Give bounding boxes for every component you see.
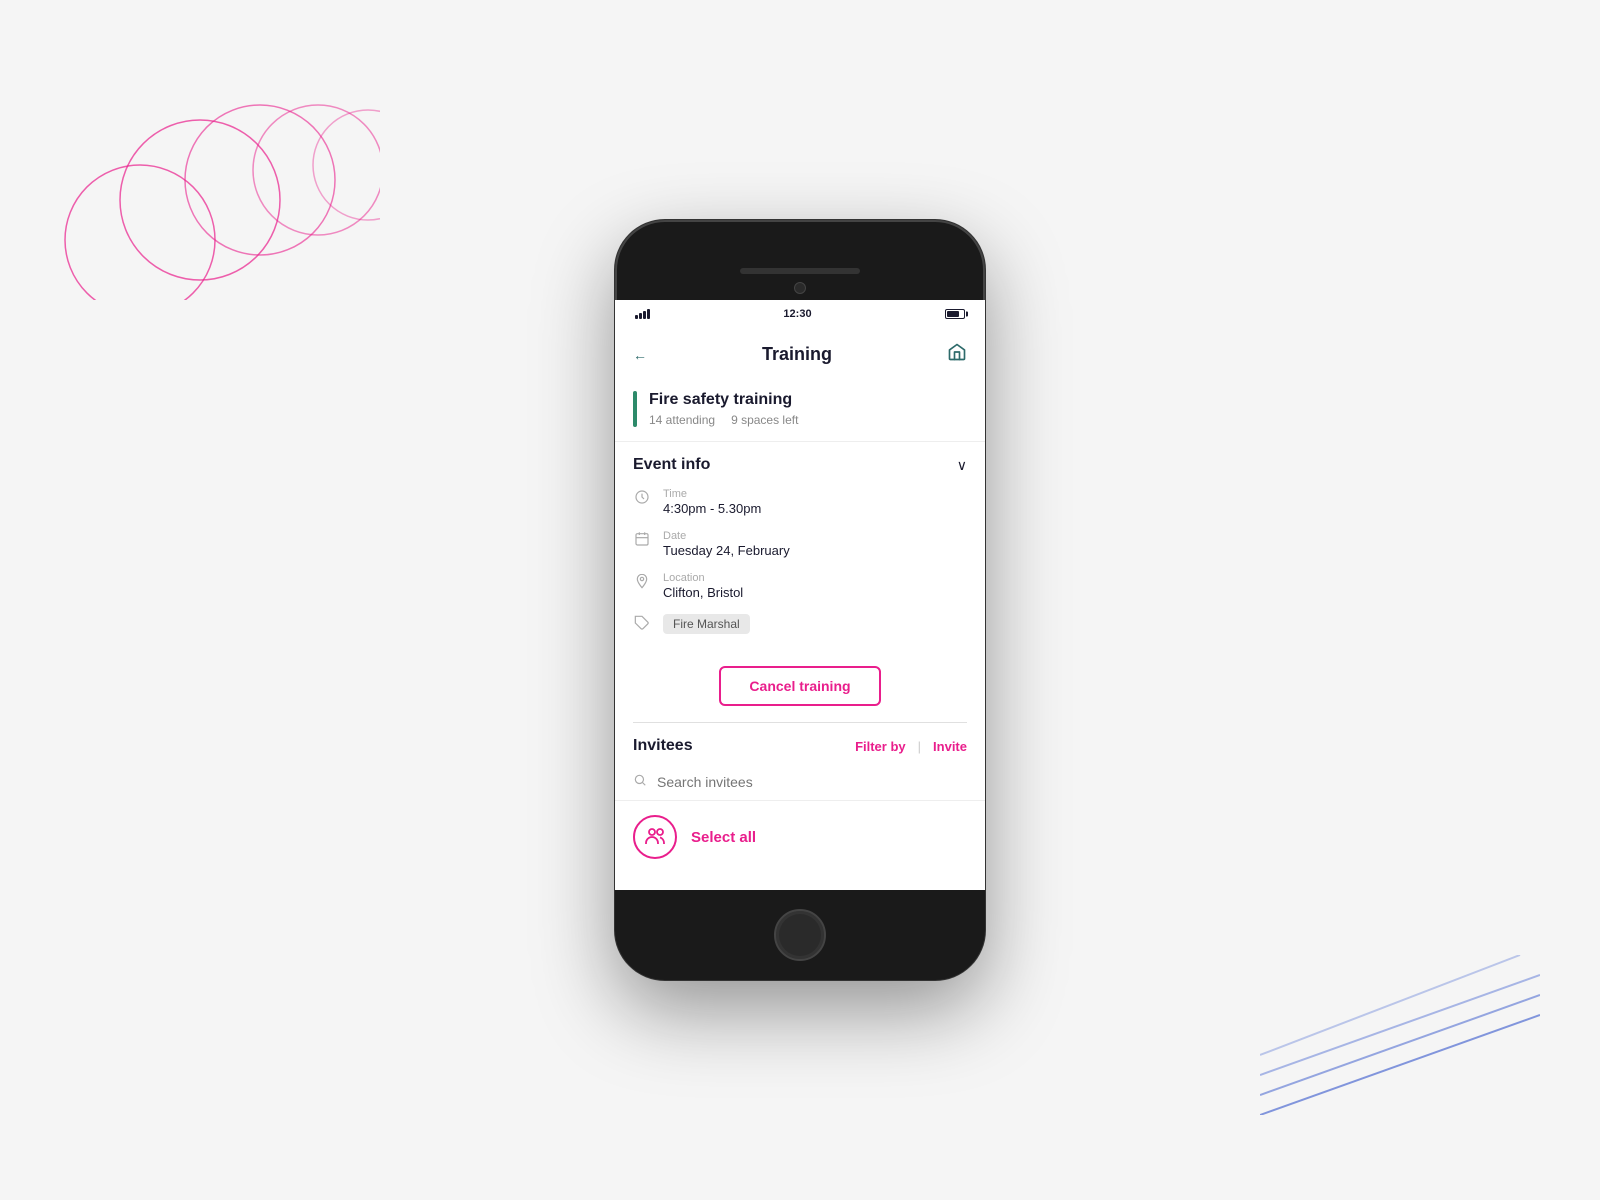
date-value: Tuesday 24, February [663, 543, 790, 558]
status-signal [635, 309, 650, 319]
event-meta: 14 attending 9 spaces left [649, 413, 967, 427]
cancel-training-button[interactable]: Cancel training [719, 666, 880, 706]
invitees-title: Invitees [633, 737, 693, 755]
event-info-section-header[interactable]: Event info ∨ [615, 442, 985, 488]
phone-speaker [740, 268, 860, 274]
time-value: 4:30pm - 5.30pm [663, 501, 761, 516]
battery-icon [945, 309, 965, 319]
tag-icon [633, 615, 651, 636]
phone-screen: ← Training Fire safety training 14 atten… [615, 328, 985, 890]
chevron-down-icon: ∨ [957, 457, 967, 474]
status-right [945, 309, 965, 319]
back-arrow-icon: ← [633, 347, 647, 363]
phone-top [615, 220, 985, 300]
select-all-label: Select all [691, 829, 756, 846]
event-title: Fire safety training [649, 391, 967, 409]
date-detail: Date Tuesday 24, February [663, 530, 790, 558]
event-card: Fire safety training 14 attending 9 spac… [615, 379, 985, 442]
invitees-actions: Filter by | Invite [855, 739, 967, 754]
location-label: Location [663, 572, 743, 584]
search-icon [633, 773, 647, 790]
event-info: Fire safety training 14 attending 9 spac… [649, 391, 967, 427]
event-info-title: Event info [633, 456, 710, 474]
search-invitees-input[interactable] [657, 774, 967, 790]
time-detail: Time 4:30pm - 5.30pm [663, 488, 761, 516]
invite-button[interactable]: Invite [933, 739, 967, 754]
tag-detail: Fire Marshal [663, 614, 750, 634]
action-divider: | [918, 739, 921, 754]
invitees-header: Invitees Filter by | Invite [615, 723, 985, 765]
time-label: Time [663, 488, 761, 500]
location-value: Clifton, Bristol [663, 585, 743, 600]
event-detail-rows: Time 4:30pm - 5.30pm Date Tuesday 24, [615, 488, 985, 658]
back-button[interactable]: ← [633, 347, 647, 363]
fire-marshal-badge: Fire Marshal [663, 614, 750, 634]
phone-bottom [615, 890, 985, 980]
decorative-lines [1260, 955, 1540, 1120]
phone-shell: 12:30 ← Training Fire safe [615, 220, 985, 980]
cancel-button-wrapper: Cancel training [615, 658, 985, 722]
decorative-circles [60, 80, 380, 305]
calendar-icon [633, 531, 651, 552]
page-title: Training [762, 344, 832, 365]
status-bar: 12:30 [615, 300, 985, 328]
signal-bars [635, 309, 650, 319]
select-all-row[interactable]: Select all [615, 801, 985, 873]
clock-icon [633, 489, 651, 510]
date-label: Date [663, 530, 790, 542]
home-icon[interactable] [947, 342, 967, 367]
app-header: ← Training [615, 328, 985, 379]
tag-row: Fire Marshal [633, 614, 967, 636]
filter-by-button[interactable]: Filter by [855, 739, 906, 754]
location-detail: Location Clifton, Bristol [663, 572, 743, 600]
home-button[interactable] [774, 909, 826, 961]
event-accent-bar [633, 391, 637, 427]
phone-camera [794, 282, 806, 294]
search-bar [615, 765, 985, 801]
time-row: Time 4:30pm - 5.30pm [633, 488, 967, 516]
attending-count: 14 attending [649, 413, 715, 427]
location-pin-icon [633, 573, 651, 594]
location-row: Location Clifton, Bristol [633, 572, 967, 600]
select-all-avatar [633, 815, 677, 859]
date-row: Date Tuesday 24, February [633, 530, 967, 558]
status-time: 12:30 [650, 308, 945, 320]
spaces-left: 9 spaces left [731, 413, 798, 427]
